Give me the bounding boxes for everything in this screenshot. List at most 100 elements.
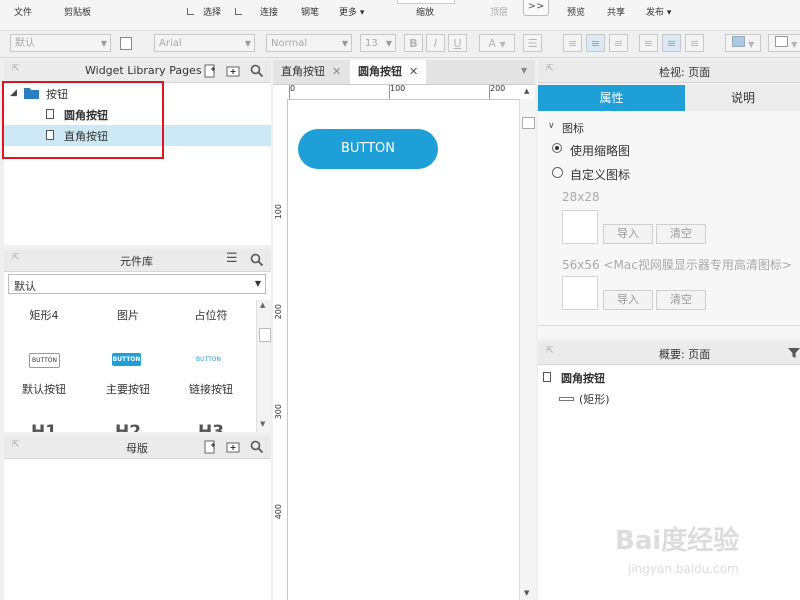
close-icon[interactable]: ✕: [409, 60, 418, 84]
text-color-button[interactable]: A ▼: [479, 34, 515, 52]
underline-button[interactable]: U: [448, 34, 467, 52]
scroll-down-icon[interactable]: ▼: [524, 589, 529, 597]
widget-default-button[interactable]: 默认按钮: [4, 381, 84, 397]
align-bottom-icon[interactable]: ≡: [685, 34, 704, 52]
expand-chevron-icon[interactable]: >>: [523, 0, 549, 16]
icon-56-preview: [562, 276, 598, 310]
clear-button-56[interactable]: 清空: [656, 290, 706, 310]
outline-child-label[interactable]: (矩形): [579, 391, 610, 407]
pen-tool[interactable]: 钢笔: [301, 5, 319, 18]
border-color-button[interactable]: ▼: [768, 34, 800, 52]
widget-image[interactable]: 图片: [88, 307, 168, 323]
text-color-icon: A: [488, 37, 496, 50]
more-menu[interactable]: 更多 ▾: [339, 5, 364, 18]
share-button[interactable]: 共享: [607, 5, 625, 18]
library-panel-header: ⇱ 元件库 ☰: [4, 249, 271, 272]
widget-primary-button[interactable]: 主要按钮: [88, 381, 168, 397]
tab-notes[interactable]: 说明: [686, 85, 800, 111]
file-menu[interactable]: 文件: [14, 5, 32, 18]
add-folder-icon[interactable]: [225, 63, 241, 79]
outline-page-label[interactable]: 圆角按钮: [561, 370, 605, 386]
fill-color-button[interactable]: ▼: [725, 34, 761, 52]
search-icon[interactable]: [249, 63, 265, 79]
align-middle-icon[interactable]: ≡: [662, 34, 681, 52]
preview-button[interactable]: 预览: [567, 5, 585, 18]
canvas-area[interactable]: 0 100 200 100 200 300 400 BUTTON ▲ ▼: [273, 84, 536, 600]
connect-tool[interactable]: 连接: [260, 5, 278, 18]
align-right-icon[interactable]: ≡: [609, 34, 628, 52]
font-size-select[interactable]: 13 ▼: [360, 34, 396, 52]
chevron-down-icon: ▼: [341, 39, 348, 48]
pin-icon[interactable]: ⇱: [12, 253, 20, 263]
bring-front-tool[interactable]: 顶层: [490, 5, 508, 18]
chevron-down-icon: ▼: [254, 279, 261, 288]
size-28-label: 28x28: [562, 190, 600, 204]
tab-menu-icon[interactable]: ▼: [521, 66, 527, 75]
ruler-label: 200: [490, 84, 506, 93]
rounded-button-widget[interactable]: BUTTON: [298, 129, 438, 169]
library-select[interactable]: 默认 ▼: [8, 274, 266, 294]
scroll-up-icon[interactable]: ▲: [260, 301, 265, 309]
search-icon[interactable]: [249, 439, 265, 455]
bullet-list-icon[interactable]: ☰: [523, 34, 542, 52]
align-center-icon[interactable]: ≡: [586, 34, 605, 52]
pin-icon[interactable]: ⇱: [12, 64, 20, 74]
chevron-down-icon[interactable]: ∨: [548, 121, 555, 131]
style-select[interactable]: 默认 ▼: [10, 34, 111, 52]
tab-rounded-button[interactable]: 圆角按钮 ✕: [350, 60, 426, 84]
widget-h3[interactable]: H3: [171, 422, 251, 432]
scrollbar-thumb[interactable]: [259, 328, 271, 342]
add-folder-icon[interactable]: [225, 439, 241, 455]
zoom-field[interactable]: [397, 0, 455, 4]
tab-label: 圆角按钮: [358, 65, 402, 78]
ruler-label: 400: [274, 504, 283, 520]
italic-button[interactable]: I: [426, 34, 445, 52]
pin-icon[interactable]: ⇱: [546, 64, 554, 74]
radio-custom-icon[interactable]: [552, 167, 563, 178]
ruler-label: 300: [274, 404, 283, 420]
add-page-icon[interactable]: [202, 63, 218, 79]
tab-square-button[interactable]: 直角按钮 ✕: [273, 60, 349, 84]
publish-menu[interactable]: 发布 ▾: [646, 5, 671, 18]
watermark-logo: Bai度经验: [615, 526, 740, 556]
search-icon[interactable]: [249, 252, 265, 268]
menu-icon[interactable]: ☰: [226, 251, 238, 266]
ruler-tick: [389, 85, 390, 99]
align-top-icon[interactable]: ≡: [639, 34, 658, 52]
import-button-56[interactable]: 导入: [603, 290, 653, 310]
pin-icon[interactable]: ⇱: [12, 440, 20, 450]
import-button-28[interactable]: 导入: [603, 224, 653, 244]
widget-link-button[interactable]: 链接按钮: [171, 381, 251, 397]
align-left-icon[interactable]: ≡: [563, 34, 582, 52]
pages-panel-title: Widget Library Pages: [85, 64, 202, 77]
add-master-icon[interactable]: [202, 439, 218, 455]
weight-select[interactable]: Normal ▼: [266, 34, 352, 52]
rectangle-icon: [559, 397, 574, 401]
clipboard-menu[interactable]: 剪贴板: [64, 5, 91, 18]
pin-icon[interactable]: ⇱: [546, 346, 554, 356]
canvas-scrollbar[interactable]: ▲ ▼: [519, 87, 536, 600]
clear-button-28[interactable]: 清空: [656, 224, 706, 244]
page-icon: [543, 372, 551, 382]
chevron-down-icon: ▼: [385, 39, 392, 48]
bold-button[interactable]: B: [404, 34, 423, 52]
tab-properties[interactable]: 属性: [538, 85, 685, 111]
widget-h1[interactable]: H1: [4, 422, 84, 432]
widget-rectangle4[interactable]: 矩形4: [4, 307, 84, 323]
scroll-down-icon[interactable]: ▼: [260, 420, 265, 428]
style-edit-icon[interactable]: [120, 37, 132, 50]
inspector-body: ∨ 图标 使用缩略图 自定义图标 28x28 导入 清空 56x56 <Mac视…: [538, 111, 800, 339]
radio-thumbnail[interactable]: [552, 143, 562, 153]
font-select[interactable]: Arial ▼: [154, 34, 255, 52]
ruler-label: 0: [290, 84, 296, 93]
widget-h2[interactable]: H2: [88, 422, 168, 432]
scrollbar-thumb[interactable]: [522, 117, 535, 129]
filter-icon[interactable]: [786, 345, 800, 361]
library-scrollbar[interactable]: ▲ ▼: [256, 300, 271, 432]
scroll-up-icon[interactable]: ▲: [524, 87, 529, 95]
primary-button-thumb: BUTTON: [112, 353, 141, 366]
widget-placeholder[interactable]: 占位符: [171, 307, 251, 323]
close-icon[interactable]: ✕: [332, 60, 341, 84]
select-tool[interactable]: 选择: [203, 5, 221, 18]
section-title-icon: 图标: [562, 122, 584, 135]
